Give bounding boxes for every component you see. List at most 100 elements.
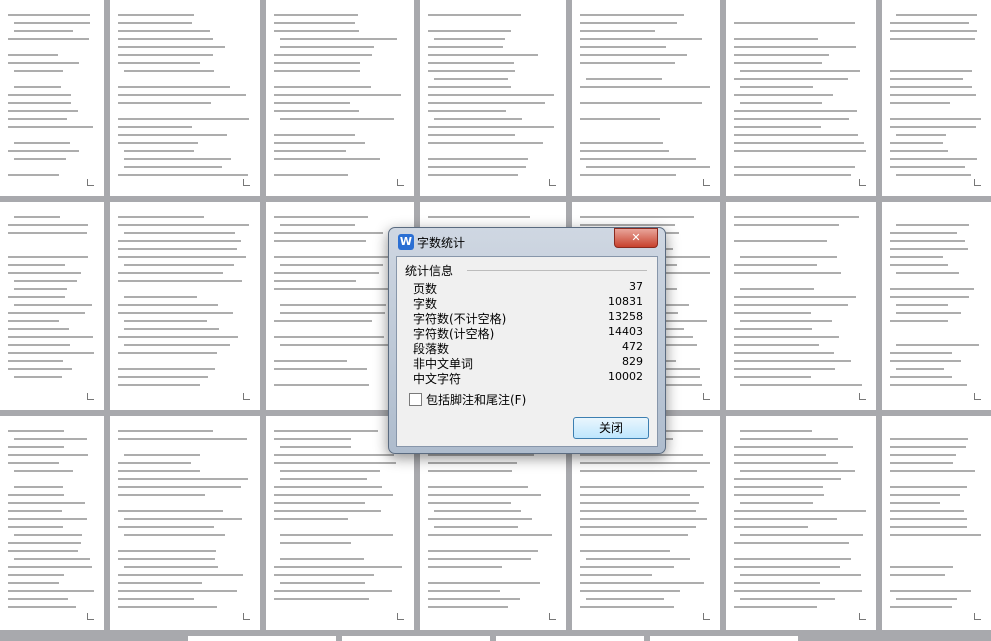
- text-line: [734, 518, 837, 520]
- text-line: [428, 134, 515, 136]
- text-line: [118, 216, 204, 218]
- include-footnotes-label[interactable]: 包括脚注和尾注(F): [426, 391, 526, 408]
- text-line: [428, 94, 555, 96]
- text-line: [274, 574, 375, 576]
- page-thumbnail[interactable]: [420, 0, 566, 196]
- text-line: [890, 102, 950, 104]
- text-line: [740, 574, 861, 576]
- page-thumbnail[interactable]: [882, 0, 991, 196]
- page-thumbnail[interactable]: [726, 202, 876, 410]
- text-line: [890, 438, 968, 440]
- page-thumbnail[interactable]: [342, 636, 490, 641]
- page-thumbnail[interactable]: [726, 416, 876, 630]
- page-corner-mark: [859, 179, 866, 186]
- text-line: [580, 526, 696, 528]
- text-line: [118, 272, 224, 274]
- page-thumbnail[interactable]: [188, 636, 336, 641]
- text-line: [14, 376, 62, 378]
- word-count-dialog[interactable]: W 字数统计 ✕ 统计信息 页数 37 字数 10831 字符数(不计空格) 1…: [388, 227, 666, 454]
- page-corner-mark: [974, 179, 981, 186]
- text-line: [734, 38, 818, 40]
- text-line: [8, 494, 65, 496]
- page-thumbnail[interactable]: [110, 0, 260, 196]
- text-line: [8, 264, 65, 266]
- close-icon[interactable]: ✕: [614, 228, 658, 248]
- page-thumbnail[interactable]: [266, 0, 414, 196]
- page-thumbnail[interactable]: [110, 202, 260, 410]
- page-corner-mark: [549, 179, 556, 186]
- text-line: [274, 494, 393, 496]
- text-line: [274, 438, 351, 440]
- text-line: [8, 320, 59, 322]
- stat-value: 37: [629, 280, 643, 293]
- page-thumbnail[interactable]: [882, 416, 991, 630]
- text-line: [118, 86, 231, 88]
- text-line: [580, 582, 705, 584]
- text-line: [274, 14, 359, 16]
- text-line: [274, 240, 366, 242]
- text-line: [890, 454, 956, 456]
- text-line: [274, 502, 365, 504]
- text-line: [280, 558, 365, 560]
- text-line: [428, 598, 521, 600]
- group-divider: [467, 270, 647, 271]
- stat-row: 字数 10831: [413, 295, 643, 311]
- text-line: [118, 470, 200, 472]
- text-line: [280, 264, 383, 266]
- text-line: [280, 224, 356, 226]
- text-line: [890, 518, 968, 520]
- text-line: [118, 224, 250, 226]
- include-footnotes-checkbox[interactable]: [409, 393, 422, 406]
- text-line: [280, 118, 394, 120]
- text-line: [14, 486, 64, 488]
- page-thumbnail[interactable]: [572, 0, 720, 196]
- page-corner-mark: [397, 179, 404, 186]
- text-line: [8, 126, 93, 128]
- text-line: [890, 320, 949, 322]
- page-thumbnail[interactable]: [496, 636, 644, 641]
- text-line: [734, 142, 865, 144]
- text-line: [734, 62, 823, 64]
- page-corner-mark: [859, 393, 866, 400]
- text-line: [734, 296, 857, 298]
- text-line: [14, 86, 62, 88]
- text-line: [734, 510, 866, 512]
- text-line: [8, 312, 85, 314]
- text-line: [14, 280, 78, 282]
- text-line: [14, 22, 90, 24]
- text-line: [428, 46, 504, 48]
- text-line: [274, 102, 350, 104]
- text-line: [734, 110, 857, 112]
- text-line: [8, 14, 90, 16]
- text-line: [428, 454, 535, 456]
- page-thumbnail[interactable]: [0, 202, 104, 410]
- page-thumbnail[interactable]: [0, 416, 104, 630]
- text-line: [734, 368, 836, 370]
- text-line: [274, 216, 369, 218]
- text-line: [896, 224, 969, 226]
- page-thumbnail[interactable]: [882, 202, 991, 410]
- text-line: [734, 590, 863, 592]
- page-thumbnail[interactable]: [0, 0, 104, 196]
- page-thumbnail[interactable]: [650, 636, 798, 641]
- text-line: [580, 38, 702, 40]
- stat-value: 10002: [608, 370, 643, 383]
- text-line: [434, 510, 521, 512]
- text-line: [734, 478, 841, 480]
- page-thumbnail[interactable]: [110, 416, 260, 630]
- page-corner-mark: [87, 179, 94, 186]
- text-line: [428, 62, 515, 64]
- text-line: [118, 174, 248, 176]
- text-line: [890, 158, 977, 160]
- page-thumbnail[interactable]: [726, 0, 876, 196]
- text-line: [580, 86, 710, 88]
- stat-row: 字符数(计空格) 14403: [413, 325, 643, 341]
- text-line: [8, 232, 87, 234]
- text-line: [740, 70, 861, 72]
- text-line: [580, 590, 680, 592]
- close-button[interactable]: 关闭: [573, 417, 649, 439]
- text-line: [280, 582, 365, 584]
- text-line: [118, 38, 213, 40]
- text-line: [428, 86, 511, 88]
- text-line: [118, 462, 192, 464]
